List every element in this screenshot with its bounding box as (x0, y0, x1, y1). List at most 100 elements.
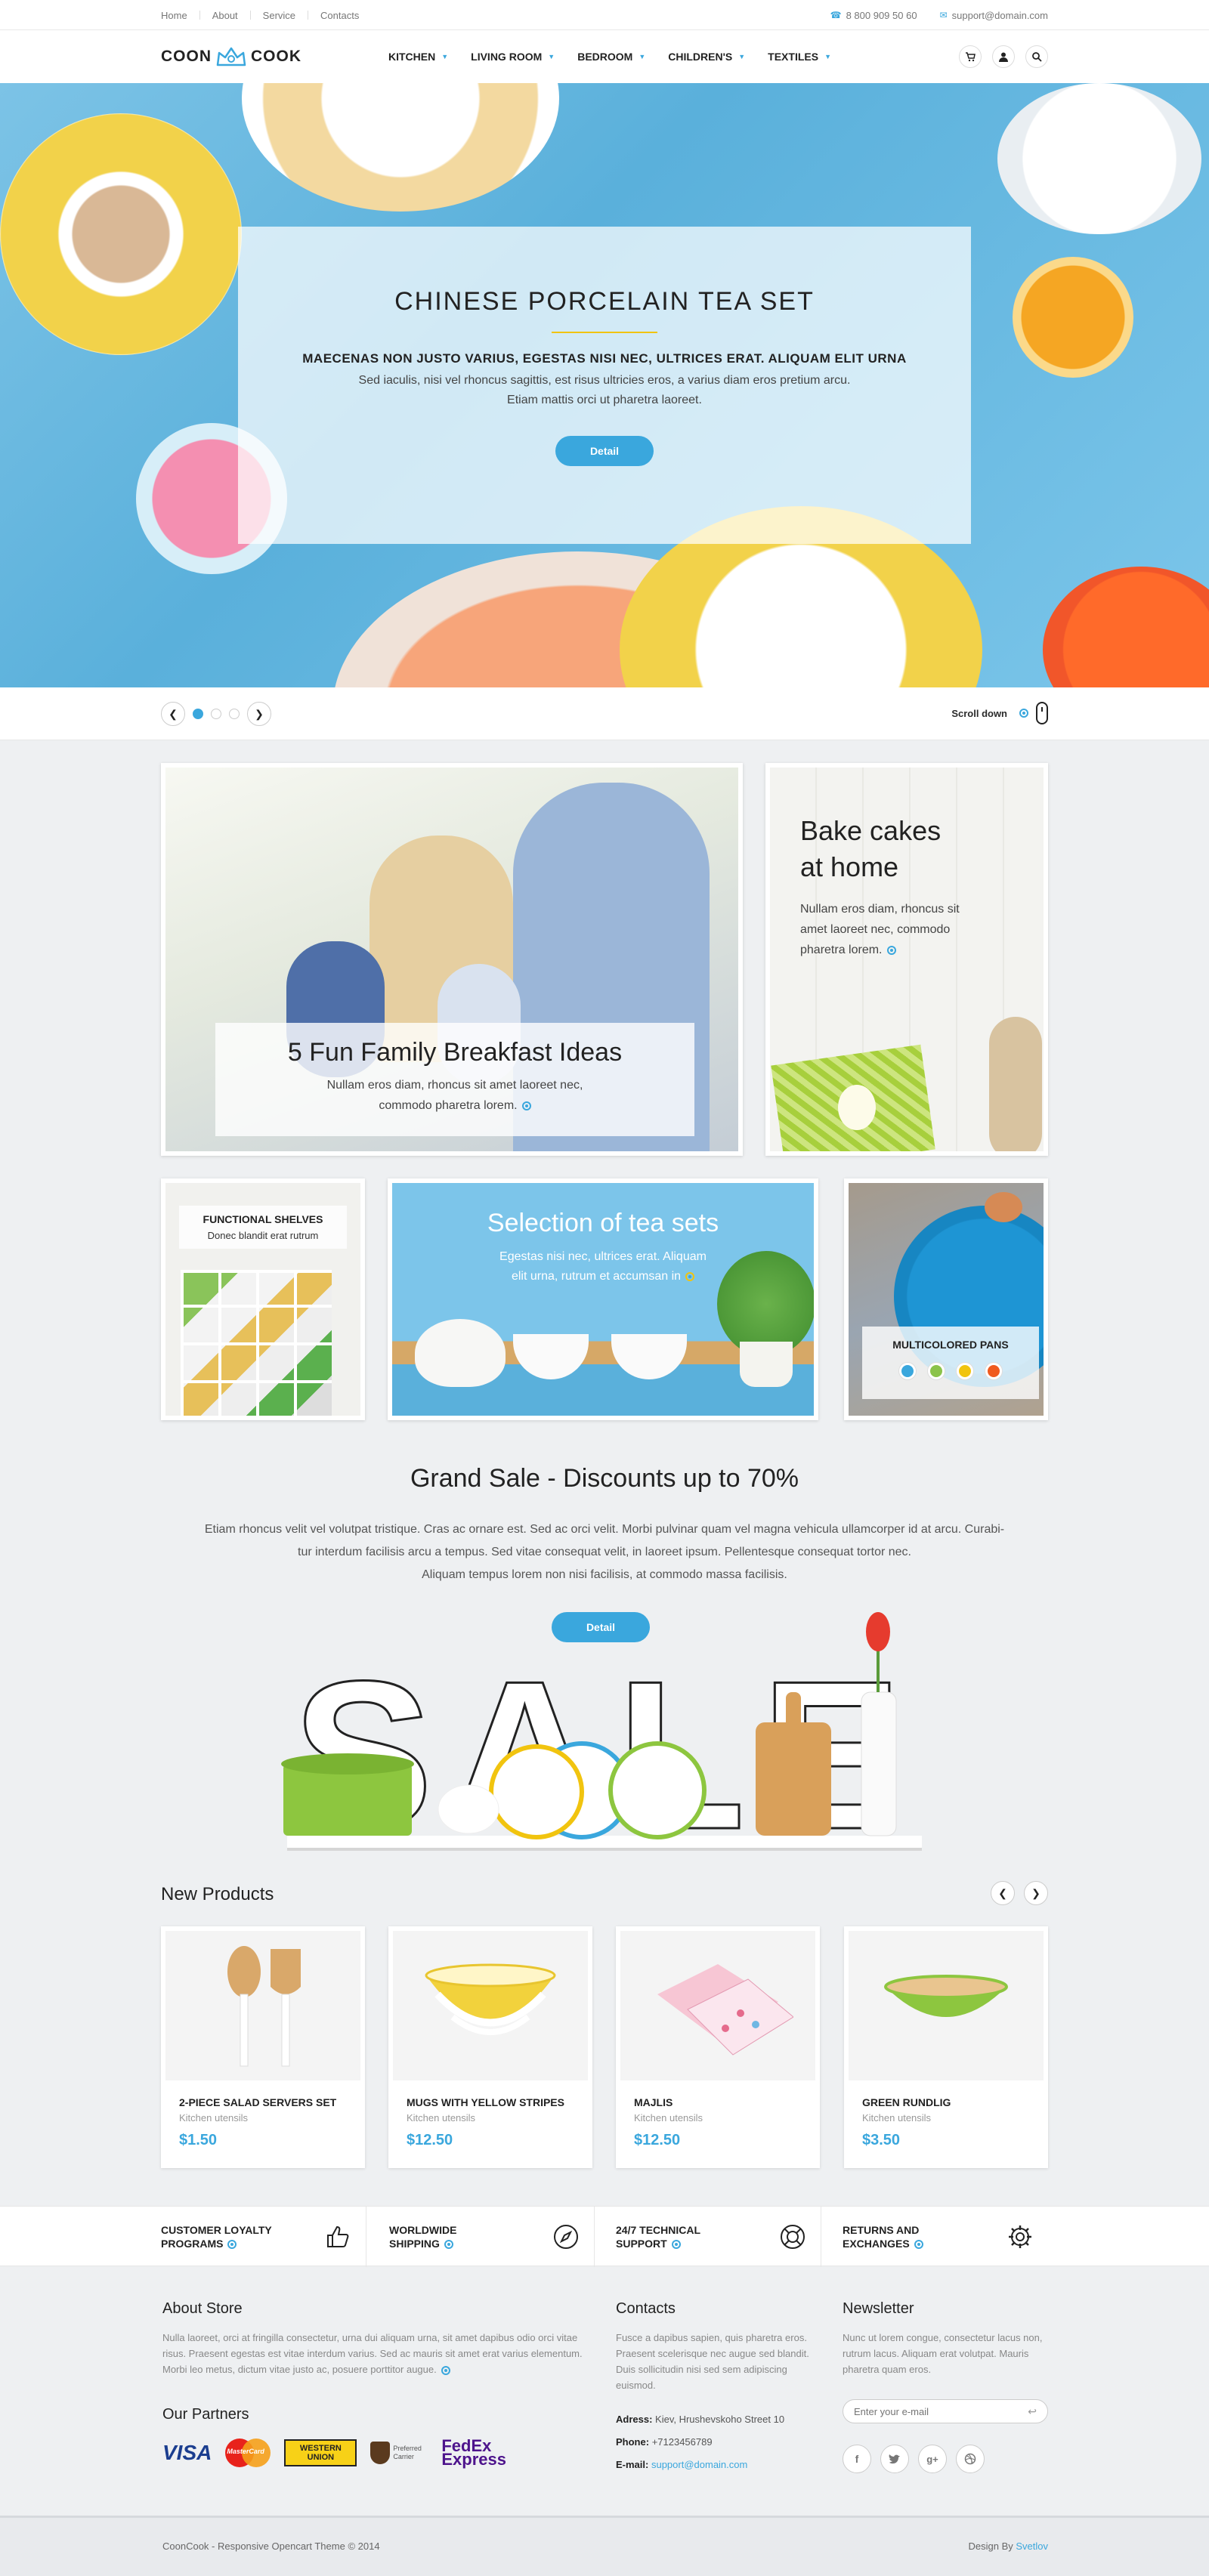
western-union-logo: WESTERN UNION (284, 2439, 357, 2466)
product-category: Kitchen utensils (862, 2112, 932, 2124)
promo-multicolored-pans[interactable]: MULTICOLORED PANS (844, 1178, 1048, 1420)
newsletter-email-input[interactable] (854, 2405, 1005, 2417)
color-swatch[interactable] (928, 1363, 945, 1379)
compass-icon (553, 2224, 579, 2250)
top-link-service[interactable]: Service (263, 10, 295, 21)
nav-label: BEDROOM (577, 51, 633, 63)
copyright: CoonCook - Responsive Opencart Theme © 2… (162, 2540, 380, 2552)
slide-dot-1[interactable] (193, 709, 203, 719)
product-card[interactable]: MUGS WITH YELLOW STRIPES Kitchen utensil… (388, 1926, 592, 2168)
phone-label: Phone: (616, 2436, 650, 2448)
promo-title: 5 Fun Family Breakfast Ideas (287, 1038, 623, 1067)
hero-text-line: Etiam mattis orci ut pharetra laoreet. (507, 394, 702, 406)
hero-slider: CHINESE PORCELAIN TEA SET MAECENAS NON J… (0, 83, 1209, 687)
nav-item-textiles[interactable]: TEXTILES ▼ (768, 51, 831, 63)
promo-caption: FUNCTIONAL SHELVES Donec blandit erat ru… (179, 1206, 347, 1249)
search-icon[interactable] (1025, 45, 1048, 68)
hero-detail-button[interactable]: Detail (555, 436, 654, 466)
top-link-contacts[interactable]: Contacts (320, 10, 359, 21)
top-email[interactable]: support@domain.com (952, 10, 1048, 21)
color-swatch[interactable] (957, 1363, 973, 1379)
tea-towels-image (657, 1964, 793, 2056)
product-image[interactable] (620, 1931, 815, 2080)
promo-bake-cakes[interactable]: Bake cakes at home Nullam eros diam, rho… (765, 763, 1048, 1156)
slide-dot-3[interactable] (229, 709, 240, 719)
product-card[interactable]: GREEN RUNDLIG Kitchen utensils $3.50 (844, 1926, 1048, 2168)
product-card[interactable]: 2-PIECE SALAD SERVERS SET Kitchen utensi… (161, 1926, 365, 2168)
divider (199, 11, 200, 20)
product-card[interactable]: MAJLIS Kitchen utensils $12.50 (616, 1926, 820, 2168)
nav-item-living-room[interactable]: LIVING ROOM ▼ (471, 51, 555, 63)
teapot-shape (415, 1319, 506, 1387)
slider-controls: ❮ ❯ Scroll down (0, 687, 1209, 740)
logo[interactable]: COON COOK (161, 45, 301, 68)
next-arrow-icon[interactable]: ❯ (247, 702, 271, 726)
twitter-icon[interactable] (880, 2445, 909, 2473)
partners-title: Our Partners (162, 2406, 249, 2423)
slider-nav: ❮ ❯ (161, 702, 271, 726)
scroll-down[interactable]: Scroll down (951, 702, 1048, 724)
dribbble-icon[interactable] (956, 2445, 985, 2473)
promo-family-breakfast[interactable]: 5 Fun Family Breakfast Ideas Nullam eros… (161, 763, 743, 1156)
next-arrow-icon[interactable]: ❯ (1024, 1881, 1048, 1905)
promo-text: Nullam eros diam, rhoncus sit amet laore… (215, 1075, 694, 1116)
product-image[interactable] (165, 1931, 360, 2080)
feature-returns[interactable]: RETURNS AND EXCHANGES (843, 2207, 1048, 2267)
product-name[interactable]: MAJLIS (634, 2096, 673, 2108)
ups-label: Preferred Carrier (393, 2445, 422, 2460)
email-label: E-mail: (616, 2459, 649, 2470)
product-image[interactable] (393, 1931, 588, 2080)
more-arrow-icon[interactable] (521, 1101, 531, 1110)
user-icon[interactable] (992, 45, 1015, 68)
nav-item-kitchen[interactable]: KITCHEN ▼ (388, 51, 448, 63)
more-arrow-icon[interactable] (441, 2365, 450, 2375)
shelf-unit (181, 1270, 332, 1416)
product-image[interactable] (849, 1931, 1044, 2080)
promo-text: Nullam eros diam, rhoncus sit amet laore… (800, 899, 960, 960)
prev-arrow-icon[interactable]: ❮ (161, 702, 185, 726)
main-header: COON COOK KITCHEN ▼ LIVING ROOM ▼ BEDROOM ▼… (0, 30, 1209, 83)
cart-icon[interactable] (959, 45, 982, 68)
feature-shipping[interactable]: WORLDWIDE SHIPPING (389, 2207, 595, 2267)
promo-text-line: Nullam eros diam, rhoncus sit amet laore… (326, 1079, 583, 1092)
top-link-about[interactable]: About (212, 10, 238, 21)
more-arrow-icon (227, 2240, 237, 2250)
facebook-icon[interactable]: f (843, 2445, 871, 2473)
promo-functional-shelves[interactable]: FUNCTIONAL SHELVES Donec blandit erat ru… (161, 1178, 365, 1420)
features-bar: CUSTOMER LOYALTY PROGRAMS WORLDWIDE SHIP… (0, 2206, 1209, 2267)
design-credit: Design By Svetlov (968, 2540, 1048, 2552)
logo-text-left: COON (161, 48, 212, 65)
slide-dot-2[interactable] (211, 709, 221, 719)
sale-illustration: SALE (281, 1612, 922, 1875)
feature-label-line-content: SHIPPING (389, 2238, 440, 2250)
product-name[interactable]: GREEN RUNDLIG (862, 2096, 951, 2108)
top-link-home[interactable]: Home (161, 10, 187, 21)
feature-support[interactable]: 24/7 TECHNICAL SUPPORT (616, 2207, 821, 2267)
product-name[interactable]: MUGS WITH YELLOW STRIPES (407, 2096, 564, 2108)
google-plus-icon[interactable]: g+ (918, 2445, 947, 2473)
product-price: $1.50 (179, 2132, 218, 2148)
mail-icon: ✉ (939, 10, 948, 20)
prev-arrow-icon[interactable]: ❮ (991, 1881, 1015, 1905)
email-value[interactable]: support@domain.com (651, 2459, 747, 2470)
feature-loyalty[interactable]: CUSTOMER LOYALTY PROGRAMS (161, 2207, 366, 2267)
hero-image-teapot (997, 83, 1201, 234)
product-name[interactable]: 2-PIECE SALAD SERVERS SET (179, 2096, 336, 2108)
feature-label-line-content: PROGRAMS (161, 2238, 224, 2250)
feature-label-line-content: EXCHANGES (843, 2238, 910, 2250)
color-swatch[interactable] (899, 1363, 916, 1379)
color-swatch[interactable] (985, 1363, 1002, 1379)
promo-text-line: Nullam eros diam, rhoncus sit (800, 903, 960, 916)
sale-text-line: tur interdum facilisis arcu a tempus. Se… (298, 1546, 911, 1558)
more-arrow-icon[interactable] (886, 945, 896, 955)
promo-tea-sets[interactable]: Selection of tea sets Egestas nisi nec, … (388, 1178, 818, 1420)
divider (249, 11, 251, 20)
nav-item-bedroom[interactable]: BEDROOM ▼ (577, 51, 645, 63)
send-arrow-icon[interactable]: ↩ (1028, 2405, 1037, 2418)
more-arrow-icon[interactable] (685, 1271, 695, 1281)
top-nav: Home About Service Contacts (161, 0, 359, 30)
designer-link[interactable]: Svetlov (1016, 2540, 1048, 2552)
feature-label-line: WORLDWIDE (389, 2224, 457, 2236)
nav-item-childrens[interactable]: CHILDREN'S ▼ (668, 51, 745, 63)
nav-label: CHILDREN'S (668, 51, 733, 63)
